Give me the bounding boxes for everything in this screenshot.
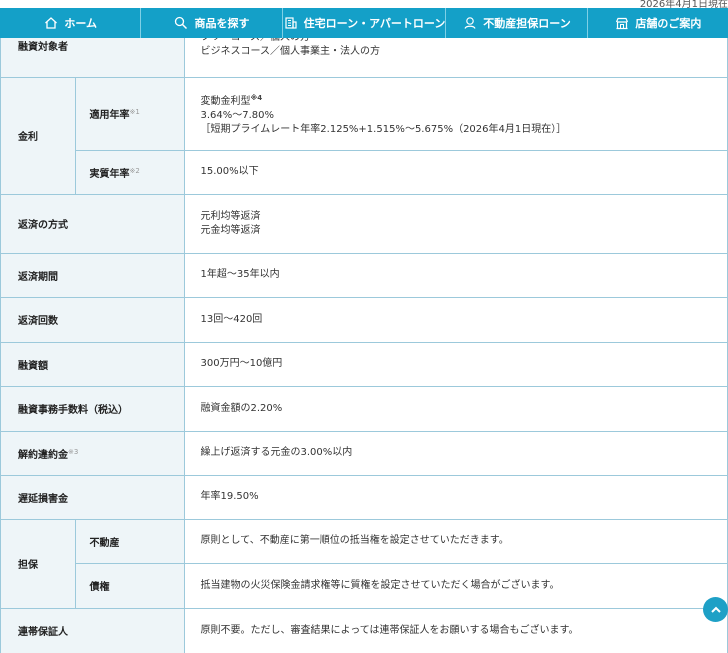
row-label-collateral: 担保 [1,519,75,609]
row-label-late: 遅延損害金 [1,475,184,520]
search-icon [173,15,189,31]
row-value-amount: 300万円〜10億円 [183,342,727,387]
row-sublabel-real: 実質年率※2 [74,150,184,195]
table-row: 返済回数 13回〜420回 [1,297,727,343]
chevron-up-icon [710,606,721,613]
table-row: 担保 不動産 原則として、不動産に第一順位の抵当権を設定させていただきます。 [1,519,727,609]
row-value-repayment-method: 元利均等返済 元金均等返済 [183,194,727,254]
row-value-penalty: 繰上げ返済する元金の3.00%以内 [183,431,727,476]
table-row: 返済の方式 元利均等返済 元金均等返済 [1,194,727,254]
row-sublabel-realestate: 不動産 [74,519,184,564]
table-row: 連帯保証人 原則不要。ただし、審査結果によっては連帯保証人をお願いする場合もござ… [1,608,727,653]
building-icon [283,15,299,31]
row-label-interest: 金利 [1,77,75,195]
row-value-fee: 融資金額の2.20% [183,386,727,432]
row-value-real: 15.00%以下 [183,150,727,195]
store-icon [614,15,630,31]
row-label-guarantor: 連帯保証人 [1,608,184,653]
row-sublabel-claim: 債権 [74,563,184,609]
row-value-late: 年率19.50% [183,475,727,520]
row-label-fee: 融資事務手数料（税込） [1,386,184,432]
loan-terms-table: 融資対象者 フリーコース／個人の方 ビジネスコース／個人事業主・法人の方 金利 … [0,22,728,653]
table-row: 返済期間 1年超〜35年以内 [1,253,727,298]
row-value-realestate: 原則として、不動産に第一順位の抵当権を設定させていただきます。 [183,519,727,564]
row-value-count: 13回〜420回 [183,297,727,343]
global-nav: ホーム 商品を探す 住宅ローン・アパートローン 不動産担保ローン 店舗のご案内 [0,8,728,38]
row-value-applied: 変動金利型※4 3.64%〜7.80% ［短期プライムレート年率2.125%+1… [183,77,727,151]
row-label-repayment-method: 返済の方式 [1,194,184,254]
home-icon [43,15,59,31]
scroll-to-top-button[interactable] [703,597,728,622]
table-row: 金利 適用年率※1 変動金利型※4 3.64%〜7.80% ［短期プライムレート… [1,77,727,195]
row-value-claim: 抵当建物の火災保険金請求権等に質権を設定させていただく場合がございます。 [183,563,727,609]
consult-icon [462,15,478,31]
row-sublabel-applied: 適用年率※1 [74,77,184,151]
nav-home[interactable]: ホーム [0,8,142,38]
nav-products[interactable]: 商品を探す [141,8,283,38]
table-row: 融資事務手数料（税込） 融資金額の2.20% [1,386,727,432]
nav-real-estate-loan[interactable]: 不動産担保ローン [446,8,588,38]
row-label-penalty: 解約違約金※3 [1,431,184,476]
row-label-count: 返済回数 [1,297,184,343]
row-value-guarantor: 原則不要。ただし、審査結果によっては連帯保証人をお願いする場合もございます。 [183,608,727,653]
table-row: 債権 抵当建物の火災保険金請求権等に質権を設定させていただく場合がございます。 [1,563,727,609]
table-row: 融資額 300万円〜10億円 [1,342,727,387]
table-row: 遅延損害金 年率19.50% [1,475,727,520]
row-value-period: 1年超〜35年以内 [183,253,727,298]
table-row: 解約違約金※3 繰上げ返済する元金の3.00%以内 [1,431,727,476]
nav-store-info[interactable]: 店舗のご案内 [588,8,728,38]
nav-housing-loan[interactable]: 住宅ローン・アパートローン [283,8,447,38]
row-label-amount: 融資額 [1,342,184,387]
row-label-period: 返済期間 [1,253,184,298]
table-row: 実質年率※2 15.00%以下 [1,150,727,195]
